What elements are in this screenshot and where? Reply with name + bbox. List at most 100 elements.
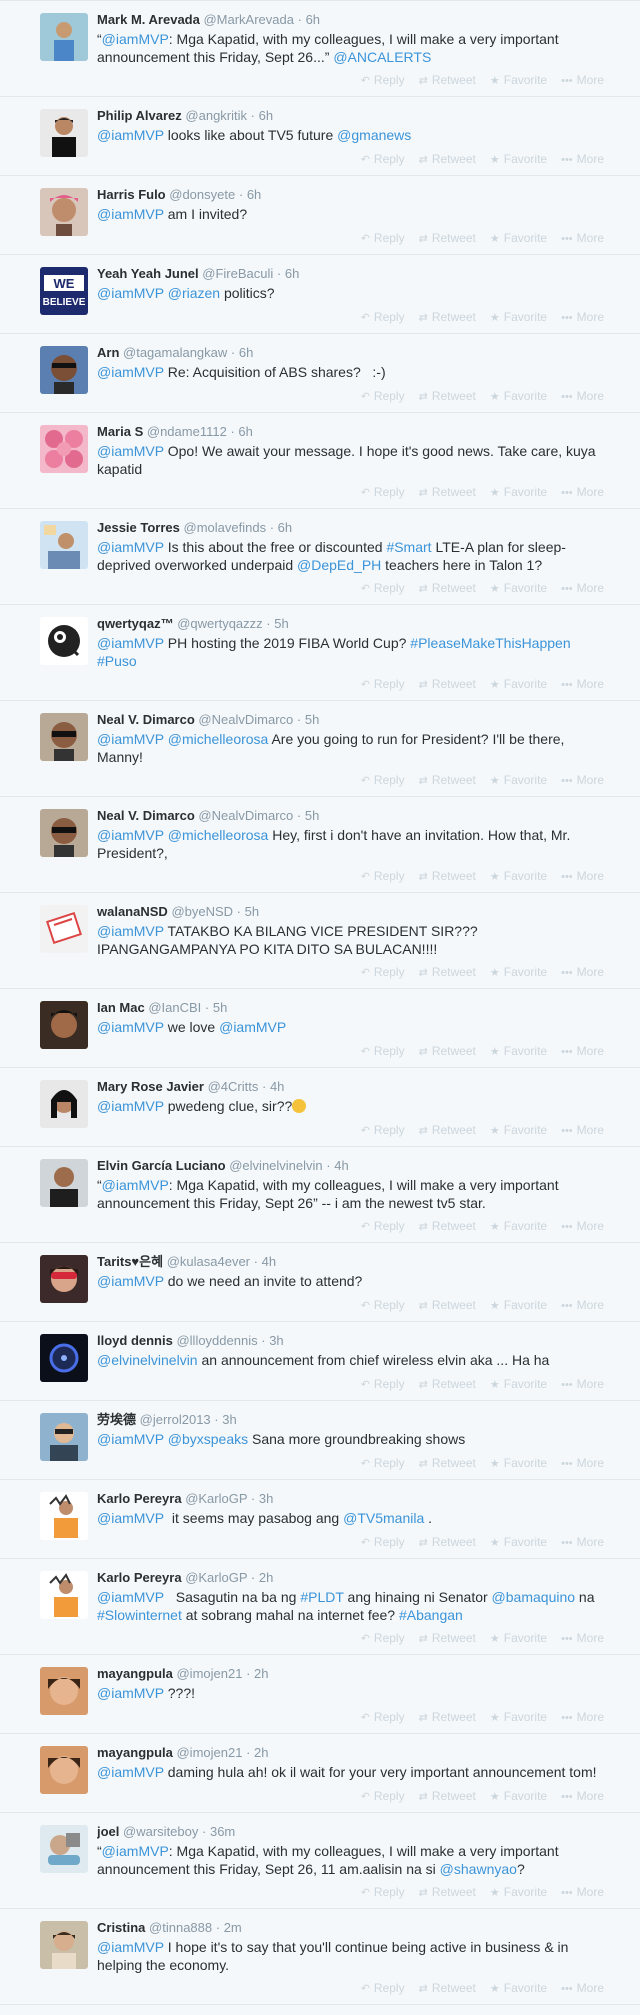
mention-link[interactable]: @iamMVP: [97, 1510, 164, 1526]
tweet-timestamp[interactable]: 36m: [210, 1824, 235, 1839]
favorite-button[interactable]: ★ Favorite: [490, 310, 547, 325]
tweet-timestamp[interactable]: 2h: [259, 1570, 273, 1585]
author-handle[interactable]: @angkritik: [185, 108, 247, 123]
more-button[interactable]: ••• More: [561, 1456, 604, 1471]
more-button[interactable]: ••• More: [561, 773, 604, 788]
more-button[interactable]: ••• More: [561, 1981, 604, 1996]
favorite-button[interactable]: ★ Favorite: [490, 389, 547, 404]
favorite-button[interactable]: ★ Favorite: [490, 485, 547, 500]
retweet-button[interactable]: ⇄ Retweet: [419, 1631, 476, 1646]
mention-link[interactable]: @iamMVP: [97, 1019, 164, 1035]
more-button[interactable]: ••• More: [561, 581, 604, 596]
mention-link[interactable]: @iamMVP: [97, 731, 164, 747]
reply-button[interactable]: ↶ Reply: [361, 310, 405, 325]
reply-button[interactable]: ↶ Reply: [361, 485, 405, 500]
mention-link[interactable]: @iamMVP: [97, 1685, 164, 1701]
author-name[interactable]: Neal V. Dimarco: [97, 808, 195, 823]
more-button[interactable]: ••• More: [561, 231, 604, 246]
mention-link[interactable]: @iamMVP: [97, 1098, 164, 1114]
reply-button[interactable]: ↶ Reply: [361, 231, 405, 246]
hashtag-link[interactable]: #PleaseMakeThisHappen: [410, 635, 570, 651]
favorite-button[interactable]: ★ Favorite: [490, 581, 547, 596]
author-handle[interactable]: @qwertyqazzz: [177, 616, 262, 631]
more-button[interactable]: ••• More: [561, 677, 604, 692]
avatar[interactable]: [40, 521, 88, 569]
avatar[interactable]: [40, 1746, 88, 1794]
favorite-button[interactable]: ★ Favorite: [490, 1535, 547, 1550]
more-button[interactable]: ••• More: [561, 965, 604, 980]
author-handle[interactable]: @NealvDimarco: [198, 808, 293, 823]
more-button[interactable]: ••• More: [561, 1631, 604, 1646]
retweet-button[interactable]: ⇄ Retweet: [419, 1885, 476, 1900]
tweet-timestamp[interactable]: 6h: [306, 12, 320, 27]
favorite-button[interactable]: ★ Favorite: [490, 1710, 547, 1725]
avatar[interactable]: [40, 1080, 88, 1128]
favorite-button[interactable]: ★ Favorite: [490, 1885, 547, 1900]
author-handle[interactable]: @donsyete: [169, 187, 235, 202]
favorite-button[interactable]: ★ Favorite: [490, 231, 547, 246]
avatar[interactable]: [40, 1159, 88, 1207]
avatar[interactable]: [40, 1571, 88, 1619]
tweet-item[interactable]: mayangpula @imojen21 · 2h @iamMVP daming …: [0, 1734, 640, 1813]
tweet-item[interactable]: Karlo Pereyra @KarloGP · 3h @iamMVP it se…: [0, 1480, 640, 1559]
author-handle[interactable]: @imojen21: [176, 1666, 242, 1681]
author-handle[interactable]: @elvinelvinelvin: [229, 1158, 322, 1173]
retweet-button[interactable]: ⇄ Retweet: [419, 677, 476, 692]
favorite-button[interactable]: ★ Favorite: [490, 677, 547, 692]
more-button[interactable]: ••• More: [561, 485, 604, 500]
tweet-timestamp[interactable]: 4h: [334, 1158, 348, 1173]
author-name[interactable]: Philip Alvarez: [97, 108, 182, 123]
reply-button[interactable]: ↶ Reply: [361, 389, 405, 404]
reply-button[interactable]: ↶ Reply: [361, 1044, 405, 1059]
retweet-button[interactable]: ⇄ Retweet: [419, 1981, 476, 1996]
tweet-timestamp[interactable]: 6h: [278, 520, 292, 535]
tweet-timestamp[interactable]: 2h: [254, 1745, 268, 1760]
tweet-item[interactable]: Neal V. Dimarco @NealvDimarco · 5h @iamMV…: [0, 797, 640, 893]
tweet-item[interactable]: Harris Fulo @donsyete · 6h @iamMVP am I i…: [0, 176, 640, 255]
author-handle[interactable]: @NealvDimarco: [198, 712, 293, 727]
tweet-timestamp[interactable]: 6h: [285, 266, 299, 281]
mention-link[interactable]: @iamMVP: [97, 635, 164, 651]
author-handle[interactable]: @byeNSD: [171, 904, 233, 919]
tweet-item[interactable]: walanaNSD @byeNSD · 5h @iamMVP TATAKBO KA…: [0, 893, 640, 989]
reply-button[interactable]: ↶ Reply: [361, 869, 405, 884]
author-handle[interactable]: @KarloGP: [185, 1491, 247, 1506]
avatar[interactable]: [40, 713, 88, 761]
mention-link[interactable]: @byxspeaks: [168, 1431, 248, 1447]
author-name[interactable]: Karlo Pereyra: [97, 1570, 182, 1585]
more-button[interactable]: ••• More: [561, 1535, 604, 1550]
tweet-item[interactable]: Elvin García Luciano @elvinelvinelvin · …: [0, 1147, 640, 1243]
more-button[interactable]: ••• More: [561, 152, 604, 167]
retweet-button[interactable]: ⇄ Retweet: [419, 1789, 476, 1804]
mention-link[interactable]: @gmanews: [337, 127, 411, 143]
retweet-button[interactable]: ⇄ Retweet: [419, 1219, 476, 1234]
avatar[interactable]: [40, 1667, 88, 1715]
tweet-item[interactable]: Arn @tagamalangkaw · 6h @iamMVP Re: Acqui…: [0, 334, 640, 413]
favorite-button[interactable]: ★ Favorite: [490, 773, 547, 788]
tweet-timestamp[interactable]: 5h: [274, 616, 288, 631]
author-handle[interactable]: @4Critts: [208, 1079, 259, 1094]
tweet-item[interactable]: Maria S @ndame1112 · 6h @iamMVP Opo! We a…: [0, 413, 640, 509]
tweet-timestamp[interactable]: 3h: [259, 1491, 273, 1506]
mention-link[interactable]: @iamMVP: [97, 206, 164, 222]
retweet-button[interactable]: ⇄ Retweet: [419, 1456, 476, 1471]
tweet-timestamp[interactable]: 2m: [224, 1920, 242, 1935]
mention-link[interactable]: @michelleorosa: [168, 731, 269, 747]
mention-link[interactable]: @iamMVP: [102, 31, 169, 47]
mention-link[interactable]: @iamMVP: [97, 1939, 164, 1955]
mention-link[interactable]: @bamaquino: [492, 1589, 576, 1605]
tweet-timestamp[interactable]: 3h: [222, 1412, 236, 1427]
reply-button[interactable]: ↶ Reply: [361, 152, 405, 167]
author-name[interactable]: Mark M. Arevada: [97, 12, 200, 27]
tweet-item[interactable]: Neal V. Dimarco @NealvDimarco · 5h @iamMV…: [0, 701, 640, 797]
avatar[interactable]: [40, 1921, 88, 1969]
tweet-timestamp[interactable]: 5h: [245, 904, 259, 919]
retweet-button[interactable]: ⇄ Retweet: [419, 1123, 476, 1138]
mention-link[interactable]: @iamMVP: [219, 1019, 286, 1035]
tweet-item[interactable]: qwertyqaz™ @qwertyqazzz · 5h @iamMVP PH h…: [0, 605, 640, 701]
author-name[interactable]: mayangpula: [97, 1666, 173, 1681]
author-name[interactable]: Neal V. Dimarco: [97, 712, 195, 727]
tweet-timestamp[interactable]: 5h: [305, 712, 319, 727]
retweet-button[interactable]: ⇄ Retweet: [419, 485, 476, 500]
reply-button[interactable]: ↶ Reply: [361, 1219, 405, 1234]
